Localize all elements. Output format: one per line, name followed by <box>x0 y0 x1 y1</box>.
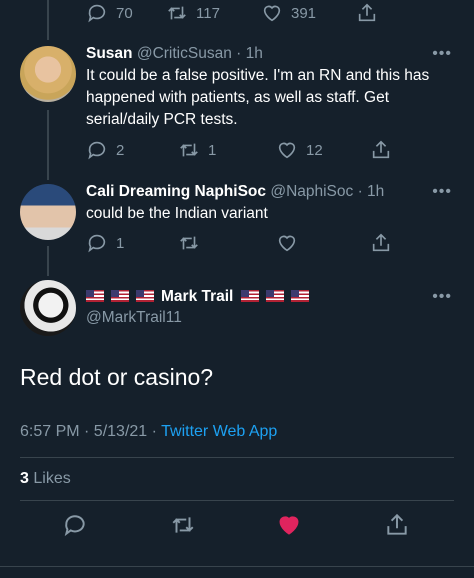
us-flag-icon <box>86 290 104 302</box>
display-name[interactable]: Cali Dreaming NaphiSoc <box>86 183 266 200</box>
retweet-icon <box>172 517 194 533</box>
us-flag-icon <box>136 290 154 302</box>
retweet-icon <box>180 143 198 157</box>
likes-count: 3 <box>20 470 29 487</box>
divider <box>0 566 474 567</box>
tweet-time[interactable]: · 1h <box>236 45 263 62</box>
us-flag-icon <box>291 290 310 302</box>
like-count: 12 <box>306 141 323 159</box>
main-tweet-text: Red dot or casino? <box>20 364 214 390</box>
retweet-icon <box>168 6 186 20</box>
share-button[interactable] <box>370 232 392 254</box>
tweet-actions: 2 1 12 <box>86 137 396 163</box>
display-name[interactable]: Mark Trail <box>161 288 233 305</box>
thread-line <box>47 110 49 180</box>
like-button[interactable]: 391 <box>261 2 356 24</box>
reply-icon <box>64 515 85 537</box>
divider <box>20 457 454 458</box>
reply-header: Susan @CriticSusan · 1h <box>86 45 263 63</box>
avatar[interactable] <box>20 184 76 240</box>
thread-line <box>47 246 49 276</box>
us-flag-icon <box>266 290 285 302</box>
share-button[interactable] <box>356 2 378 24</box>
tweet-timestamp[interactable]: 6:57 PM · 5/13/21 · <box>20 423 161 440</box>
thread-line <box>47 0 49 40</box>
top-tweet-actions: 70 117 391 <box>86 0 396 26</box>
reply-header: Cali Dreaming NaphiSoc @NaphiSoc · 1h <box>86 183 384 201</box>
tweet-source-link[interactable]: Twitter Web App <box>161 423 277 440</box>
like-icon <box>278 142 296 159</box>
share-icon <box>372 140 390 159</box>
tweet-actions: 1 <box>86 230 396 256</box>
main-tweet-actions <box>20 512 454 546</box>
like-icon <box>278 235 296 252</box>
retweet-button[interactable]: 117 <box>166 2 261 24</box>
retweet-icon <box>180 236 198 250</box>
reply-icon <box>88 234 106 253</box>
reply-button[interactable]: 1 <box>86 232 178 254</box>
reply-count: 70 <box>116 4 133 22</box>
reply-button[interactable]: 2 <box>86 139 178 161</box>
retweet-count: 1 <box>208 141 217 159</box>
share-button[interactable] <box>384 512 410 538</box>
divider <box>20 500 454 501</box>
main-tweet-header: Mark Trail <box>86 288 316 306</box>
share-icon <box>387 513 407 535</box>
like-count: 391 <box>291 4 317 22</box>
like-button-active[interactable] <box>276 512 302 538</box>
more-icon[interactable]: ••• <box>432 45 452 63</box>
reply-count: 2 <box>116 141 125 159</box>
user-handle[interactable]: @CriticSusan <box>137 45 232 62</box>
retweet-button[interactable]: 1 <box>178 139 276 161</box>
likes-label: Likes <box>33 470 71 487</box>
like-button[interactable]: 12 <box>276 139 370 161</box>
likes-summary[interactable]: 3 Likes <box>20 470 71 488</box>
share-icon <box>372 233 390 252</box>
us-flag-icon <box>241 290 260 302</box>
user-handle[interactable]: @NaphiSoc <box>270 183 353 200</box>
reply-button[interactable] <box>62 512 88 538</box>
us-flag-icon <box>111 290 129 302</box>
share-icon <box>358 3 376 22</box>
more-icon[interactable]: ••• <box>432 288 452 306</box>
avatar[interactable] <box>20 46 76 102</box>
tweet-text: It could be a false positive. I'm an RN … <box>86 67 430 128</box>
reply-icon <box>88 141 106 160</box>
reply-icon <box>88 4 106 23</box>
tweet-time[interactable]: · 1h <box>358 183 385 200</box>
avatar[interactable] <box>20 280 76 336</box>
display-name[interactable]: Susan <box>86 45 133 62</box>
tweet-text: could be the Indian variant <box>86 205 268 222</box>
retweet-count: 117 <box>196 4 220 22</box>
share-button[interactable] <box>370 139 392 161</box>
liked-heart-icon <box>279 516 299 535</box>
more-icon[interactable]: ••• <box>432 183 452 201</box>
reply-count: 1 <box>116 234 125 252</box>
retweet-button[interactable] <box>170 512 196 538</box>
retweet-button[interactable] <box>178 232 276 254</box>
reply-button[interactable]: 70 <box>86 2 166 24</box>
like-icon <box>263 5 281 22</box>
user-handle[interactable]: @MarkTrail11 <box>86 309 182 327</box>
like-button[interactable] <box>276 232 370 254</box>
tweet-timestamp-row: 6:57 PM · 5/13/21 · Twitter Web App <box>20 423 277 441</box>
